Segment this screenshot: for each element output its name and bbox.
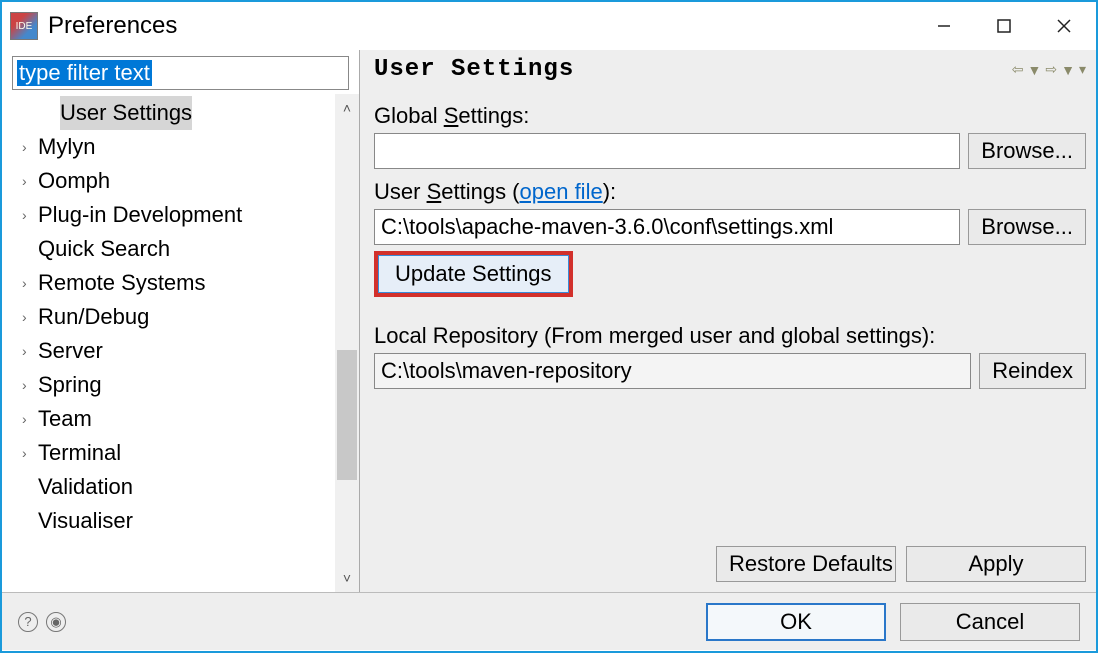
tree-item-label: User Settings (60, 96, 192, 130)
spacer (374, 389, 1086, 546)
expand-icon[interactable]: › (22, 368, 38, 402)
page-title: User Settings (374, 56, 1012, 83)
filter-input[interactable]: type filter text (12, 56, 349, 90)
update-settings-highlight: Update Settings (374, 251, 573, 297)
tree-item-label: Mylyn (38, 130, 95, 164)
sidebar: type filter text User Settings›Mylyn›Oom… (2, 50, 360, 592)
browse-user-button[interactable]: Browse... (968, 209, 1086, 245)
expand-icon[interactable]: › (22, 402, 38, 436)
app-icon: IDE (10, 12, 38, 40)
window-title: Preferences (48, 12, 914, 40)
view-menu-icon[interactable]: ▾ (1079, 61, 1086, 78)
tree-item-remote-systems[interactable]: ›Remote Systems (10, 266, 359, 300)
tree-item-server[interactable]: ›Server (10, 334, 359, 368)
expand-icon[interactable]: › (22, 130, 38, 164)
page-header: User Settings ⇦ ▼ ⇨ ▼ ▾ (374, 56, 1086, 83)
tree-item-visualiser[interactable]: Visualiser (10, 504, 359, 538)
tree-item-label: Team (38, 402, 92, 436)
global-settings-input[interactable] (374, 133, 960, 169)
dialog-footer: ? ◉ OK Cancel (2, 592, 1096, 650)
tree-item-label: Oomph (38, 164, 110, 198)
tree-item-label: Plug-in Development (38, 198, 242, 232)
tree-item-terminal[interactable]: ›Terminal (10, 436, 359, 470)
tree-container: User Settings›Mylyn›Oomph›Plug-in Develo… (2, 94, 359, 592)
expand-icon[interactable]: › (22, 300, 38, 334)
browse-global-button[interactable]: Browse... (968, 133, 1086, 169)
close-button[interactable] (1034, 4, 1094, 48)
user-settings-input[interactable] (374, 209, 960, 245)
tree-item-validation[interactable]: Validation (10, 470, 359, 504)
tree-item-user-settings[interactable]: User Settings (10, 96, 359, 130)
window-controls (914, 4, 1094, 48)
tree-item-team[interactable]: ›Team (10, 402, 359, 436)
tree-item-label: Remote Systems (38, 266, 206, 300)
tree-item-label: Run/Debug (38, 300, 149, 334)
back-icon[interactable]: ⇦ (1012, 61, 1024, 78)
page-button-row: Restore Defaults Apply (374, 546, 1086, 584)
footer-icons: ? ◉ (18, 612, 66, 632)
tree-item-mylyn[interactable]: ›Mylyn (10, 130, 359, 164)
header-nav-controls: ⇦ ▼ ⇨ ▼ ▾ (1012, 61, 1086, 78)
user-settings-label: User Settings (open file): (374, 179, 1086, 205)
scroll-down-icon[interactable]: ˅ (343, 564, 351, 592)
open-file-link[interactable]: open file (520, 179, 603, 204)
forward-icon[interactable]: ⇨ (1045, 61, 1057, 78)
expand-icon[interactable]: › (22, 266, 38, 300)
tree-item-plug-in-development[interactable]: ›Plug-in Development (10, 198, 359, 232)
tree-item-spring[interactable]: ›Spring (10, 368, 359, 402)
expand-icon[interactable]: › (22, 164, 38, 198)
restore-defaults-button[interactable]: Restore Defaults (716, 546, 896, 582)
tree-item-oomph[interactable]: ›Oomph (10, 164, 359, 198)
global-settings-label: Global Settings: (374, 103, 1086, 129)
tree-item-run-debug[interactable]: ›Run/Debug (10, 300, 359, 334)
filter-text-selection: type filter text (17, 60, 152, 86)
tree-item-label: Server (38, 334, 103, 368)
reindex-button[interactable]: Reindex (979, 353, 1086, 389)
apply-button[interactable]: Apply (906, 546, 1086, 582)
import-export-icon[interactable]: ◉ (46, 612, 66, 632)
tree-item-label: Spring (38, 368, 102, 402)
help-icon[interactable]: ? (18, 612, 38, 632)
titlebar: IDE Preferences (2, 2, 1096, 50)
settings-page: User Settings ⇦ ▼ ⇨ ▼ ▾ Global Settings:… (360, 50, 1096, 592)
scroll-thumb[interactable] (337, 350, 357, 480)
update-settings-button[interactable]: Update Settings (378, 255, 569, 293)
ok-button[interactable]: OK (706, 603, 886, 641)
tree-item-label: Quick Search (38, 232, 170, 266)
tree-item-label: Validation (38, 470, 133, 504)
expand-icon[interactable]: › (22, 198, 38, 232)
tree-item-label: Terminal (38, 436, 121, 470)
scrollbar[interactable]: ˄ ˅ (335, 94, 359, 592)
expand-icon[interactable]: › (22, 334, 38, 368)
forward-menu-icon[interactable]: ▼ (1061, 62, 1075, 78)
local-repo-input (374, 353, 971, 389)
tree-item-quick-search[interactable]: Quick Search (10, 232, 359, 266)
preference-tree[interactable]: User Settings›Mylyn›Oomph›Plug-in Develo… (2, 94, 359, 592)
back-menu-icon[interactable]: ▼ (1028, 62, 1042, 78)
cancel-button[interactable]: Cancel (900, 603, 1080, 641)
workarea: type filter text User Settings›Mylyn›Oom… (2, 50, 1096, 592)
settings-form: Global Settings: Browse... User Settings… (374, 93, 1086, 389)
maximize-button[interactable] (974, 4, 1034, 48)
minimize-button[interactable] (914, 4, 974, 48)
scroll-up-icon[interactable]: ˄ (343, 94, 351, 122)
expand-icon[interactable]: › (22, 436, 38, 470)
local-repo-label: Local Repository (From merged user and g… (374, 323, 1086, 349)
tree-item-label: Visualiser (38, 504, 133, 538)
